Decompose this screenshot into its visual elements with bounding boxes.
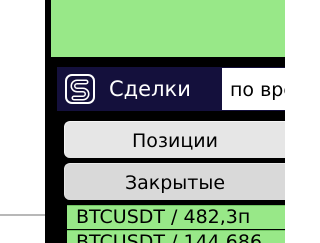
list-item[interactable]: BTCUSDT / 144,686 <box>67 230 285 243</box>
s-logo-icon <box>65 74 95 104</box>
sort-dropdown[interactable]: по вре <box>222 68 285 110</box>
trades-panel: Сделки по вре Позиции Закрытые BTCUSDT /… <box>45 0 285 243</box>
tab-positions[interactable]: Позиции <box>64 121 285 158</box>
closed-trades-list: BTCUSDT / 482,3п BTCUSDT / 144,686 <box>64 205 285 243</box>
trade-row-label: BTCUSDT / 482,3п <box>76 206 251 228</box>
tab-positions-label: Позиции <box>132 130 218 152</box>
tab-closed[interactable]: Закрытые <box>64 163 285 200</box>
top-green-area <box>51 0 285 57</box>
trade-row-label: BTCUSDT / 144,686 <box>76 231 263 243</box>
tab-closed-label: Закрытые <box>124 172 226 194</box>
background-divider <box>0 214 45 216</box>
list-item[interactable]: BTCUSDT / 482,3п <box>67 205 285 229</box>
sort-dropdown-value: по вре <box>230 79 285 101</box>
trades-title: Сделки <box>109 77 191 101</box>
trades-header: Сделки по вре <box>57 67 285 111</box>
